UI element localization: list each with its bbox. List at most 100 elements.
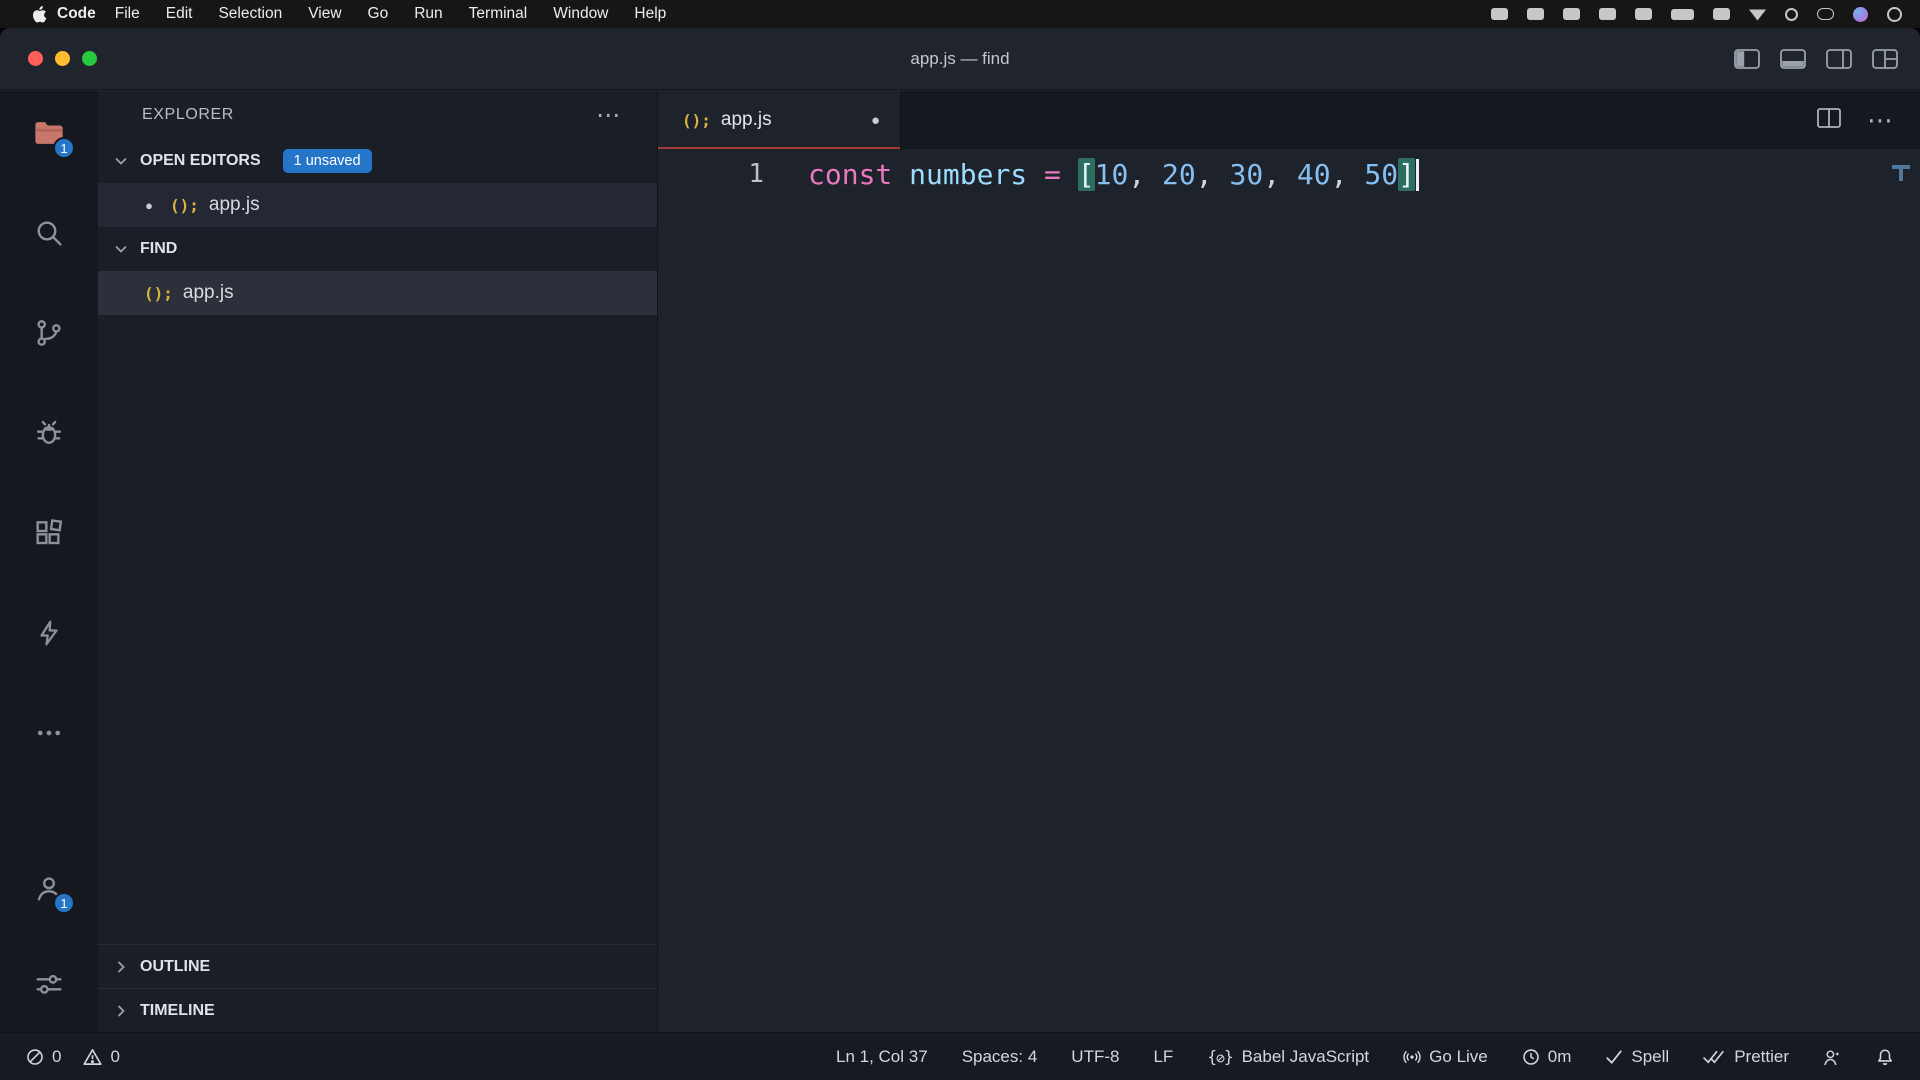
- unsaved-badge: 1 unsaved: [283, 149, 372, 173]
- code-token-punct: ,: [1331, 158, 1365, 191]
- stage-manager-icon[interactable]: [1599, 8, 1616, 20]
- prettier-status[interactable]: Prettier: [1703, 1047, 1789, 1067]
- file-item-appjs[interactable]: (); app.js: [98, 271, 657, 315]
- keyboard-icon[interactable]: [1527, 8, 1544, 20]
- editor-more-actions-icon[interactable]: ⋯: [1867, 105, 1894, 136]
- code-token-number: 10: [1095, 158, 1129, 191]
- ellipsis-icon: [34, 718, 64, 748]
- warnings-count: 0: [110, 1047, 119, 1067]
- workspace-section-header[interactable]: FIND: [98, 227, 657, 271]
- lightning-icon: [34, 617, 64, 649]
- menu-file[interactable]: File: [102, 5, 153, 23]
- outline-section-header[interactable]: OUTLINE: [98, 944, 657, 988]
- code-token-plain: [1027, 158, 1044, 191]
- code-token-number: 20: [1162, 158, 1196, 191]
- modified-dot-icon: ●: [138, 198, 160, 213]
- control-center-icon[interactable]: [1817, 8, 1834, 20]
- spell-status[interactable]: Spell: [1605, 1047, 1669, 1067]
- errors-count: 0: [52, 1047, 61, 1067]
- menubar-status-tray: [1491, 7, 1902, 22]
- settings-sliders-icon: [33, 968, 65, 1000]
- debug-bug-icon: [33, 417, 65, 449]
- menu-run[interactable]: Run: [401, 5, 455, 23]
- wifi-icon[interactable]: [1749, 8, 1766, 21]
- problems-errors[interactable]: 0: [26, 1047, 61, 1067]
- problems-warnings[interactable]: 0: [83, 1047, 119, 1067]
- code-token-punct: ,: [1128, 158, 1162, 191]
- menu-selection[interactable]: Selection: [205, 5, 295, 23]
- menu-help[interactable]: Help: [621, 5, 679, 23]
- file-item-filename: app.js: [183, 282, 234, 304]
- accounts-button[interactable]: 1: [27, 866, 71, 910]
- code-editor[interactable]: 1 const numbers = [10, 20, 30, 40, 50]: [658, 149, 1920, 1032]
- cursor-position-status[interactable]: Ln 1, Col 37: [836, 1047, 928, 1067]
- code-token-number: 50: [1364, 158, 1398, 191]
- explorer-actions-more-icon[interactable]: ⋯: [596, 101, 621, 130]
- sidebar-item-extensions[interactable]: [27, 511, 71, 555]
- code-token-bracket-highlight: [: [1078, 158, 1095, 191]
- menu-edit[interactable]: Edit: [153, 5, 206, 23]
- clock-icon: [1522, 1048, 1540, 1066]
- code-token-punct: ,: [1263, 158, 1297, 191]
- timeline-label: TIMELINE: [140, 1002, 215, 1020]
- battery-icon[interactable]: [1671, 9, 1694, 20]
- bell-icon: [1876, 1048, 1894, 1066]
- encoding-status[interactable]: UTF-8: [1071, 1047, 1119, 1067]
- code-token-bracket-highlight: ]: [1398, 158, 1415, 191]
- menu-window[interactable]: Window: [540, 5, 621, 23]
- eol-status[interactable]: LF: [1153, 1047, 1173, 1067]
- activity-more-button[interactable]: [27, 711, 71, 755]
- feedback-button[interactable]: [1823, 1048, 1842, 1066]
- shortcuts-icon[interactable]: [1635, 8, 1652, 20]
- spotlight-icon[interactable]: [1785, 8, 1798, 21]
- code-token-plain: [892, 158, 909, 191]
- menu-terminal[interactable]: Terminal: [456, 5, 541, 23]
- code-token-variable: numbers: [909, 158, 1027, 191]
- line-number: 1: [658, 159, 808, 189]
- toggle-secondary-sidebar-icon[interactable]: [1826, 49, 1852, 69]
- menubar-app-name[interactable]: Code: [57, 5, 96, 23]
- code-token-number: 30: [1229, 158, 1263, 191]
- sidebar-item-search[interactable]: [27, 211, 71, 255]
- minimap-line-mark: [1892, 165, 1910, 181]
- split-editor-icon[interactable]: [1817, 108, 1841, 133]
- javascript-file-icon: ();: [144, 284, 173, 303]
- status-bar: 0 0 Ln 1, Col 37 Spaces: 4 UTF-8 LF {} B…: [0, 1032, 1920, 1080]
- code-token-number: 40: [1297, 158, 1331, 191]
- notifications-button[interactable]: [1876, 1048, 1894, 1066]
- go-live-status[interactable]: Go Live: [1403, 1047, 1488, 1067]
- activity-bar: 1: [0, 91, 98, 1032]
- code-token-operator: =: [1044, 158, 1061, 191]
- timeline-section-header[interactable]: TIMELINE: [98, 988, 657, 1032]
- display-icon[interactable]: [1563, 8, 1580, 20]
- manage-settings-button[interactable]: [27, 962, 71, 1006]
- indentation-status[interactable]: Spaces: 4: [962, 1047, 1038, 1067]
- sidebar-item-run-debug[interactable]: [27, 411, 71, 455]
- toggle-primary-sidebar-icon[interactable]: [1734, 49, 1760, 69]
- open-editor-item-appjs[interactable]: ● (); app.js: [98, 183, 657, 227]
- sidebar-item-source-control[interactable]: [27, 311, 71, 355]
- input-source-icon[interactable]: [1713, 8, 1730, 20]
- open-editors-section-header[interactable]: OPEN EDITORS 1 unsaved: [98, 139, 657, 183]
- menu-go[interactable]: Go: [355, 5, 402, 23]
- apple-menu[interactable]: [32, 6, 47, 23]
- clock-icon[interactable]: [1887, 7, 1902, 22]
- customize-layout-icon[interactable]: [1872, 49, 1898, 69]
- screen-recording-icon[interactable]: [1491, 8, 1508, 20]
- code-token-plain: [1061, 158, 1078, 191]
- menu-view[interactable]: View: [295, 5, 354, 23]
- tab-bar: (); app.js ● ⋯: [658, 91, 1920, 149]
- check-icon: [1605, 1049, 1623, 1065]
- siri-icon[interactable]: [1853, 7, 1868, 22]
- open-editor-filename: app.js: [209, 194, 260, 216]
- vscode-window: app.js — find 1: [0, 28, 1920, 1080]
- toggle-panel-icon[interactable]: [1780, 49, 1806, 69]
- javascript-file-icon: ();: [682, 111, 711, 130]
- language-mode-status[interactable]: {} Babel JavaScript: [1207, 1047, 1369, 1067]
- sidebar-item-live-server[interactable]: [27, 611, 71, 655]
- tab-appjs[interactable]: (); app.js ●: [658, 91, 901, 149]
- timer-status[interactable]: 0m: [1522, 1047, 1572, 1067]
- source-control-icon: [33, 317, 65, 349]
- explorer-sidebar: EXPLORER ⋯ OPEN EDITORS 1 unsaved ● (); …: [98, 91, 658, 1032]
- sidebar-item-explorer[interactable]: 1: [27, 111, 71, 155]
